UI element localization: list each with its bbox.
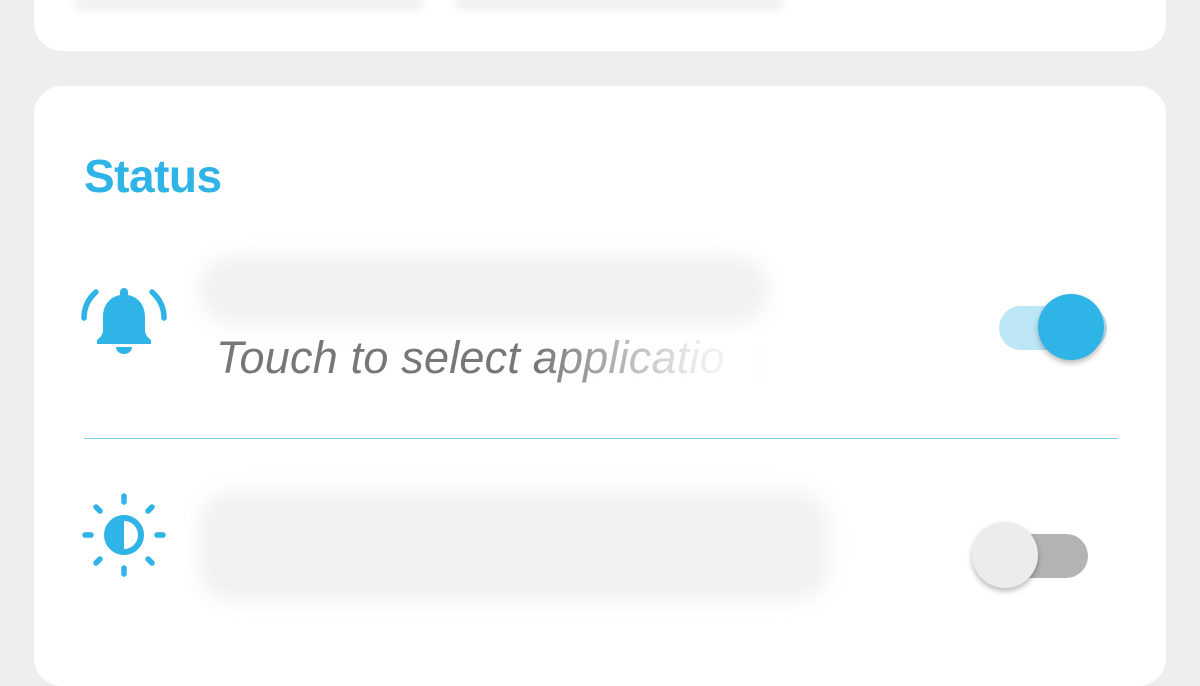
toggle-thumb <box>972 522 1038 588</box>
blurred-setting-title <box>199 491 829 601</box>
previous-settings-card <box>34 0 1166 51</box>
toggle-thumb <box>1038 294 1104 360</box>
notification-setting-row[interactable]: Touch to select applicatio <box>34 236 1166 390</box>
notification-toggle[interactable] <box>996 290 1107 360</box>
brightness-toggle[interactable] <box>970 518 1088 588</box>
row-divider <box>84 438 1118 439</box>
blurred-content <box>454 0 784 10</box>
brightness-icon <box>79 490 169 585</box>
bell-ring-icon <box>79 280 169 367</box>
blur-overlay <box>534 334 764 390</box>
section-title: Status <box>84 150 222 202</box>
blurred-content <box>74 0 424 10</box>
brightness-setting-row[interactable] <box>34 466 1166 616</box>
blurred-setting-title <box>199 256 769 324</box>
status-card: Status Touch to select applicatio <box>34 86 1166 686</box>
